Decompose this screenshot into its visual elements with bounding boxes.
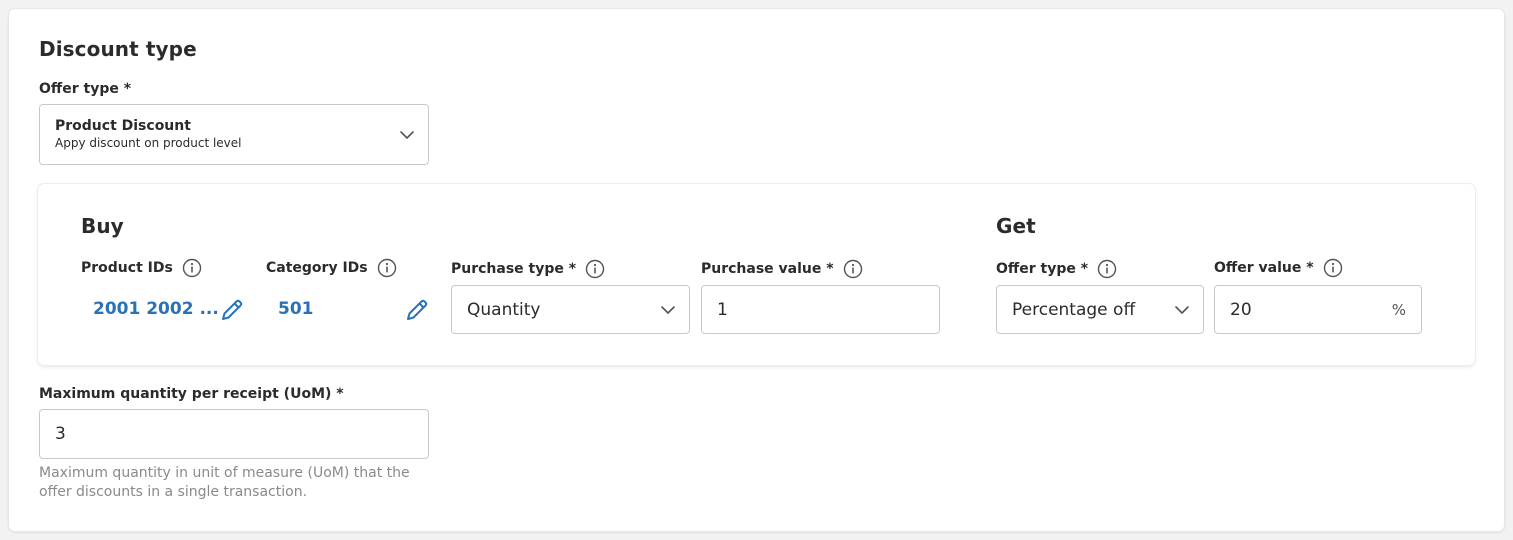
purchase-type-label-group: Purchase type * xyxy=(451,259,605,279)
info-icon[interactable] xyxy=(1323,258,1343,278)
info-icon[interactable] xyxy=(585,259,605,279)
get-offer-type-label-group: Offer type * xyxy=(996,259,1117,279)
offer-value-input[interactable]: 20 % xyxy=(1214,285,1422,334)
max-quantity-help-text: Maximum quantity in unit of measure (UoM… xyxy=(39,465,410,500)
discount-type-card: Discount type Offer type * Product Disco… xyxy=(9,9,1504,531)
chevron-down-icon xyxy=(400,130,414,139)
offer-type-description: Appy discount on product level xyxy=(55,136,242,150)
offer-value-label-group: Offer value * xyxy=(1214,258,1343,278)
offer-value-label: Offer value * xyxy=(1214,260,1314,276)
info-icon[interactable] xyxy=(843,259,863,279)
purchase-type-value: Quantity xyxy=(467,299,541,320)
purchase-value-label-group: Purchase value * xyxy=(701,259,863,279)
product-ids-label-group: Product IDs xyxy=(81,258,202,278)
offer-type-label: Offer type * xyxy=(39,81,132,97)
info-icon[interactable] xyxy=(1097,259,1117,279)
info-icon[interactable] xyxy=(377,258,397,278)
get-offer-type-label: Offer type * xyxy=(996,261,1089,277)
max-quantity-value: 3 xyxy=(55,424,66,444)
buy-title: Buy xyxy=(81,214,124,238)
get-offer-type-select[interactable]: Percentage off xyxy=(996,285,1204,334)
max-quantity-input[interactable]: 3 xyxy=(39,409,429,459)
purchase-value-value: 1 xyxy=(717,299,728,320)
offer-type-value: Product Discount xyxy=(55,118,191,134)
get-title: Get xyxy=(996,214,1036,238)
chevron-down-icon xyxy=(1175,305,1189,314)
purchase-type-select[interactable]: Quantity xyxy=(451,285,690,334)
category-ids-value[interactable]: 501 xyxy=(278,299,314,319)
purchase-value-input[interactable]: 1 xyxy=(701,285,940,334)
purchase-type-label: Purchase type * xyxy=(451,261,577,277)
discount-type-title: Discount type xyxy=(39,37,197,61)
product-ids-value[interactable]: 2001 2002 ... xyxy=(93,299,219,319)
offer-type-select[interactable]: Product Discount Appy discount on produc… xyxy=(39,104,429,165)
info-icon[interactable] xyxy=(182,258,202,278)
max-quantity-label: Maximum quantity per receipt (UoM) * xyxy=(39,386,344,402)
purchase-value-label: Purchase value * xyxy=(701,261,834,277)
category-ids-label-group: Category IDs xyxy=(266,258,397,278)
pencil-icon[interactable] xyxy=(219,297,245,323)
pencil-icon[interactable] xyxy=(404,297,430,323)
product-ids-label: Product IDs xyxy=(81,260,173,276)
offer-value-unit: % xyxy=(1391,300,1406,319)
chevron-down-icon xyxy=(661,305,675,314)
category-ids-label: Category IDs xyxy=(266,260,368,276)
get-offer-type-value: Percentage off xyxy=(1012,299,1136,320)
offer-value-value: 20 xyxy=(1230,299,1252,320)
buy-get-panel: Buy Get Product IDs 2001 2002 ... Catego… xyxy=(38,184,1475,365)
